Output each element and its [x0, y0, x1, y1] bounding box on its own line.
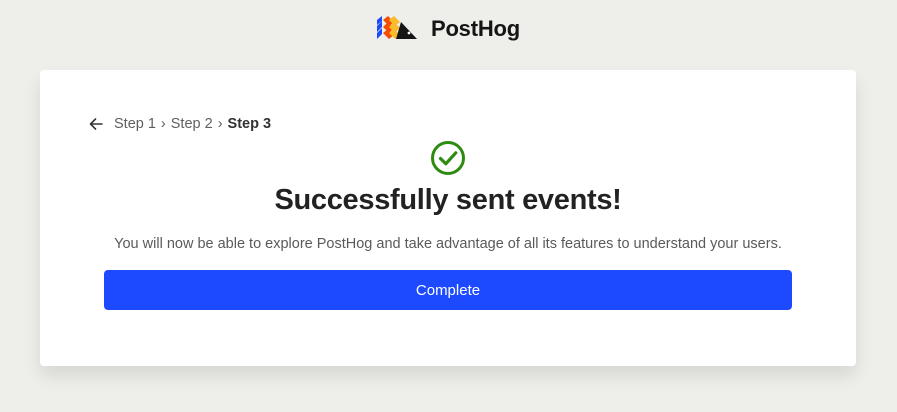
check-circle-icon — [431, 141, 465, 175]
breadcrumb-step-2[interactable]: Step 2 — [171, 116, 213, 132]
success-title: Successfully sent events! — [274, 184, 622, 216]
complete-button[interactable]: Complete — [104, 270, 792, 310]
breadcrumb-step-1[interactable]: Step 1 — [114, 116, 156, 132]
arrow-left-icon[interactable] — [88, 116, 104, 132]
posthog-logo-icon — [376, 16, 417, 39]
brand-logo[interactable]: PostHog — [0, 16, 897, 42]
breadcrumb-step-3: Step 3 — [227, 116, 272, 132]
breadcrumb-separator: › — [160, 116, 166, 132]
success-description: You will now be able to explore PostHog … — [114, 236, 782, 252]
breadcrumb: Step 1 › Step 2 › Step 3 — [88, 116, 271, 132]
brand-name: PostHog — [430, 16, 521, 41]
breadcrumb-separator: › — [217, 116, 223, 132]
page: PostHog Step 1 › Step 2 › Step 3 Success… — [0, 0, 897, 412]
onboarding-card: Step 1 › Step 2 › Step 3 Successfully se… — [40, 70, 856, 366]
